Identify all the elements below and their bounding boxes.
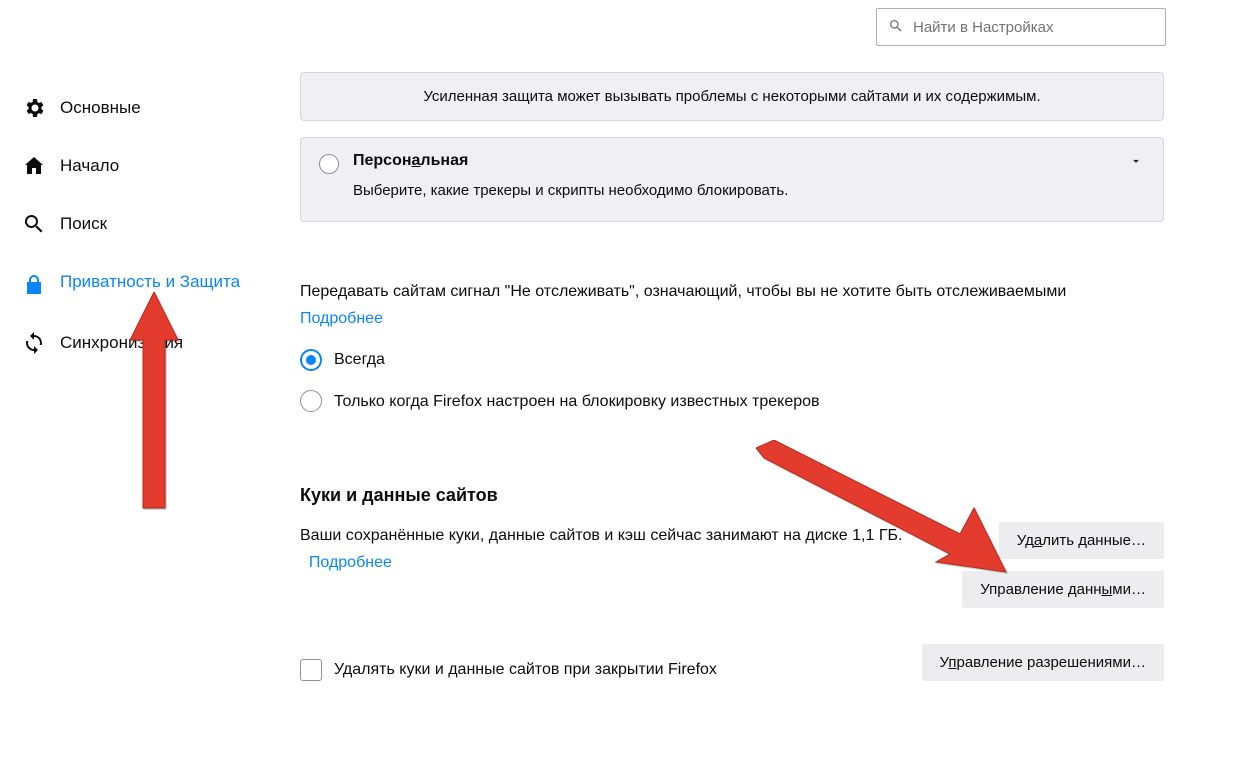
- cookies-bottom-left: Удалять куки и данные сайтов при закрыти…: [300, 623, 922, 681]
- search-icon: [22, 212, 46, 236]
- radio-dnt-only-when[interactable]: [300, 390, 322, 412]
- clear-data-button[interactable]: Удалить данные…: [999, 522, 1164, 559]
- main-content: Усиленная защита может вызывать проблемы…: [300, 72, 1164, 681]
- cookies-learn-more-link[interactable]: Подробнее: [309, 554, 392, 571]
- manage-data-button[interactable]: Управление данными…: [962, 571, 1164, 608]
- manage-permissions-button[interactable]: Управление разрешениями…: [922, 644, 1165, 681]
- delete-on-close-row[interactable]: Удалять куки и данные сайтов при закрыти…: [300, 659, 922, 681]
- custom-title: Персональная: [353, 152, 1145, 170]
- search-icon: [888, 18, 904, 34]
- delete-on-close-checkbox[interactable]: [300, 659, 322, 681]
- sidebar-item-label: Поиск: [60, 212, 107, 236]
- dnt-always-label: Всегда: [334, 346, 385, 373]
- sync-icon: [22, 331, 46, 355]
- cookies-row: Ваши сохранённые куки, данные сайтов и к…: [300, 522, 1164, 620]
- delete-on-close-label: Удалять куки и данные сайтов при закрыти…: [334, 661, 717, 679]
- sidebar-item-label: Синхронизация: [60, 331, 183, 355]
- sidebar-item-home[interactable]: Начало: [18, 144, 248, 188]
- dnt-learn-more-link[interactable]: Подробнее: [300, 310, 383, 327]
- dnt-text: Передавать сайтам сигнал "Не отслеживать…: [300, 278, 1164, 305]
- radio-dnt-always[interactable]: [300, 349, 322, 371]
- lock-icon: [22, 273, 46, 297]
- home-icon: [22, 154, 46, 178]
- custom-body: Персональная Выберите, какие трекеры и с…: [353, 152, 1145, 199]
- sidebar: Основные Начало Поиск Приватность и Защи…: [18, 86, 248, 379]
- radio-custom[interactable]: [319, 154, 339, 174]
- sidebar-item-label: Основные: [60, 96, 141, 120]
- sidebar-item-privacy[interactable]: Приватность и Защита: [18, 260, 248, 307]
- cookies-left: Ваши сохранённые куки, данные сайтов и к…: [300, 522, 962, 620]
- sidebar-item-label: Начало: [60, 154, 119, 178]
- cookies-stored-text: Ваши сохранённые куки, данные сайтов и к…: [300, 527, 902, 544]
- sidebar-item-search[interactable]: Поиск: [18, 202, 248, 246]
- radio-dot-icon: [306, 355, 316, 365]
- gear-icon: [22, 96, 46, 120]
- sidebar-item-sync[interactable]: Синхронизация: [18, 321, 248, 365]
- enhanced-protection-warning: Усиленная защита может вызывать проблемы…: [300, 72, 1164, 121]
- cookies-heading: Куки и данные сайтов: [300, 485, 1164, 506]
- protection-level-custom[interactable]: Персональная Выберите, какие трекеры и с…: [300, 137, 1164, 222]
- do-not-track-section: Передавать сайтам сигнал "Не отслеживать…: [300, 278, 1164, 415]
- search-container: [876, 8, 1166, 46]
- cookies-buttons: Удалить данные… Управление данными…: [962, 522, 1164, 620]
- dnt-only-when-row[interactable]: Только когда Firefox настроен на блокиро…: [300, 388, 1164, 415]
- chevron-down-icon: [1129, 154, 1143, 168]
- sidebar-item-general[interactable]: Основные: [18, 86, 248, 130]
- dnt-only-when-label: Только когда Firefox настроен на блокиро…: [334, 388, 820, 415]
- sidebar-item-label: Приватность и Защита: [60, 270, 240, 294]
- warning-text: Усиленная защита может вызывать проблемы…: [423, 88, 1040, 105]
- dnt-always-row[interactable]: Всегда: [300, 346, 1164, 373]
- custom-subtitle: Выберите, какие трекеры и скрипты необхо…: [353, 182, 1145, 199]
- cookies-bottom-row: Удалять куки и данные сайтов при закрыти…: [300, 620, 1164, 681]
- search-input[interactable]: [876, 8, 1166, 46]
